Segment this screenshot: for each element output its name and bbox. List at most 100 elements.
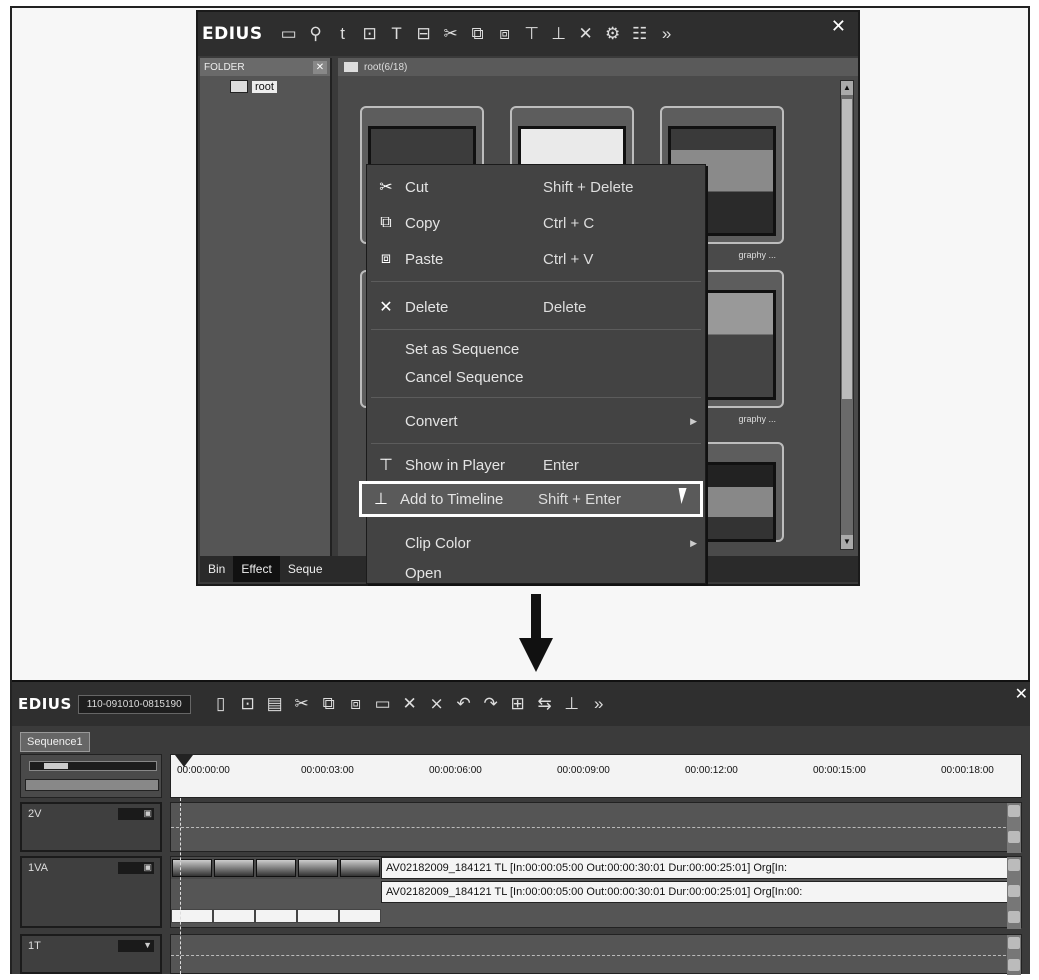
clip-pane-scrollbar[interactable]: ▲ ▼ bbox=[840, 80, 854, 550]
monitor-icon[interactable]: ⊟ bbox=[412, 22, 436, 46]
track-scrollbar[interactable] bbox=[1007, 857, 1021, 929]
view-icon[interactable]: ☷ bbox=[628, 22, 652, 46]
time-ruler[interactable]: 00:00:00:00 00:00:03:00 00:00:06:00 00:0… bbox=[170, 754, 1022, 798]
menu-item-label: Set as Sequence bbox=[405, 340, 520, 358]
close-icon[interactable]: ✕ bbox=[1015, 684, 1028, 704]
delete-icon[interactable]: ✕ bbox=[398, 692, 422, 716]
paste-icon[interactable]: ⧈ bbox=[344, 692, 368, 716]
tab-sequence1[interactable]: Sequence1 bbox=[20, 732, 90, 752]
copy-icon[interactable]: ⧉ bbox=[317, 692, 341, 716]
scroll-down-icon[interactable] bbox=[1008, 911, 1020, 923]
slider-thumb[interactable] bbox=[44, 763, 68, 769]
zoom-slider[interactable] bbox=[29, 761, 157, 771]
overwrite-icon[interactable]: ⇆ bbox=[533, 692, 557, 716]
menu-item-cut[interactable]: ✂ Cut Shift + Delete bbox=[367, 169, 705, 205]
folder-pane-title: FOLDER bbox=[204, 61, 245, 73]
track-scrollbar[interactable] bbox=[1007, 803, 1021, 853]
timecode-label: 00:00:09:00 bbox=[557, 765, 610, 776]
waveform-segment bbox=[171, 909, 213, 923]
timeline-window: EDIUS 110-091010-0815190 ▯ ⊡ ▤ ✂ ⧉ ⧈ ▭ ✕… bbox=[12, 680, 1030, 975]
scroll-up-icon[interactable] bbox=[1008, 805, 1020, 817]
track-scrollbar[interactable] bbox=[1007, 935, 1021, 975]
link-icon[interactable]: ▭ bbox=[371, 692, 395, 716]
save-icon[interactable]: ▤ bbox=[263, 692, 287, 716]
new-icon[interactable]: ▯ bbox=[209, 692, 233, 716]
video-clip[interactable]: AV02182009_184121 TL [In:00:00:05:00 Out… bbox=[381, 857, 1011, 879]
scroll-down-icon[interactable] bbox=[1008, 831, 1020, 843]
track-toggle[interactable]: ▼ bbox=[118, 940, 154, 952]
waveform-segment bbox=[255, 909, 297, 923]
waveform-segment bbox=[339, 909, 381, 923]
menu-item-label: Add to Timeline bbox=[400, 490, 504, 508]
clip-frame bbox=[298, 859, 338, 877]
paste-icon[interactable]: ⧈ bbox=[493, 22, 517, 46]
clip-caption: graphy ... bbox=[738, 414, 776, 424]
audio-clip[interactable]: AV02182009_184121 TL [In:00:00:05:00 Out… bbox=[381, 881, 1011, 903]
timescale-bar[interactable] bbox=[25, 779, 159, 791]
close-icon[interactable]: ✕ bbox=[831, 16, 846, 37]
insert-icon[interactable]: ⊞ bbox=[506, 692, 530, 716]
menu-item-shortcut: Delete bbox=[543, 298, 587, 316]
add-timeline-icon[interactable]: ⊥ bbox=[547, 22, 571, 46]
redo-icon[interactable]: ↷ bbox=[479, 692, 503, 716]
scroll-mid-icon[interactable] bbox=[1008, 885, 1020, 897]
menu-item-copy[interactable]: ⧉ Copy Ctrl + C bbox=[367, 205, 705, 241]
menu-item-label: Cancel Sequence bbox=[405, 368, 524, 386]
timecode-label: 00:00:06:00 bbox=[429, 765, 482, 776]
tab-bin[interactable]: Bin bbox=[200, 562, 233, 576]
app-logo: EDIUS bbox=[202, 24, 263, 44]
track-header-1va[interactable]: 1VA ▣ bbox=[20, 856, 162, 928]
menu-item-open[interactable]: Open bbox=[367, 563, 705, 583]
scroll-up-icon[interactable] bbox=[1008, 937, 1020, 949]
menu-item-set-as-sequence[interactable]: Set as Sequence bbox=[367, 335, 705, 363]
delete-icon[interactable]: ✕ bbox=[574, 22, 598, 46]
title-icon[interactable]: T bbox=[385, 22, 409, 46]
more-icon[interactable]: » bbox=[655, 22, 679, 46]
add-clip-icon[interactable]: ⊡ bbox=[236, 692, 260, 716]
more-icon[interactable]: » bbox=[587, 692, 611, 716]
folder-icon[interactable]: ▭ bbox=[277, 22, 301, 46]
track-header-1t[interactable]: 1T ▼ bbox=[20, 934, 162, 974]
search-icon[interactable]: ⚲ bbox=[304, 22, 328, 46]
scroll-up-icon[interactable]: ▲ bbox=[841, 81, 853, 95]
menu-item-label: Paste bbox=[405, 250, 444, 268]
track-header-2v[interactable]: 2V ▣ bbox=[20, 802, 162, 852]
tab-effect[interactable]: Effect bbox=[233, 556, 280, 582]
scrollbar-thumb[interactable] bbox=[842, 99, 852, 399]
clip-pane-title: root(6/18) bbox=[364, 61, 408, 73]
track-toggle[interactable]: ▣ bbox=[118, 808, 154, 820]
app-logo: EDIUS bbox=[18, 695, 72, 713]
add-timeline-icon[interactable]: ⊥ bbox=[560, 692, 584, 716]
folder-tree-root[interactable]: root bbox=[230, 80, 330, 93]
undo-icon[interactable]: ↶ bbox=[452, 692, 476, 716]
track-1t[interactable] bbox=[170, 934, 1022, 975]
track-1va[interactable]: AV02182009_184121 TL [In:00:00:05:00 Out… bbox=[170, 856, 1022, 929]
add-clip-icon[interactable]: ⊡ bbox=[358, 22, 382, 46]
track-2v[interactable] bbox=[170, 802, 1022, 853]
properties-icon[interactable]: ⚙ bbox=[601, 22, 625, 46]
submenu-arrow-icon: ▶ bbox=[690, 537, 697, 548]
menu-item-clip-color[interactable]: Clip Color ▶ bbox=[367, 525, 705, 561]
cut-icon[interactable]: ✂ bbox=[439, 22, 463, 46]
ripple-delete-icon[interactable]: ⨯ bbox=[425, 692, 449, 716]
show-player-icon[interactable]: ⊤ bbox=[520, 22, 544, 46]
menu-item-cancel-sequence[interactable]: Cancel Sequence bbox=[367, 363, 705, 391]
menu-item-label: Convert bbox=[405, 412, 458, 430]
scroll-up-icon[interactable] bbox=[1008, 859, 1020, 871]
scroll-down-icon[interactable]: ▼ bbox=[841, 535, 853, 549]
folder-icon bbox=[230, 80, 248, 93]
clip-frame bbox=[256, 859, 296, 877]
close-icon[interactable]: ✕ bbox=[313, 60, 327, 74]
menu-item-convert[interactable]: Convert ▶ bbox=[367, 403, 705, 439]
menu-item-add-to-timeline[interactable]: ⊥ Add to Timeline Shift + Enter bbox=[359, 481, 703, 517]
scroll-down-icon[interactable] bbox=[1008, 959, 1020, 971]
track-toggle[interactable]: ▣ bbox=[118, 862, 154, 874]
menu-item-paste[interactable]: ⧈ Paste Ctrl + V bbox=[367, 241, 705, 277]
menu-item-show-in-player[interactable]: ⊤ Show in Player Enter bbox=[367, 447, 705, 483]
cut-icon[interactable]: ✂ bbox=[290, 692, 314, 716]
menu-separator bbox=[371, 443, 701, 444]
t-icon[interactable]: t bbox=[331, 22, 355, 46]
tab-sequence[interactable]: Seque bbox=[280, 562, 331, 576]
menu-item-delete[interactable]: ✕ Delete Delete bbox=[367, 289, 705, 325]
copy-icon[interactable]: ⧉ bbox=[466, 22, 490, 46]
